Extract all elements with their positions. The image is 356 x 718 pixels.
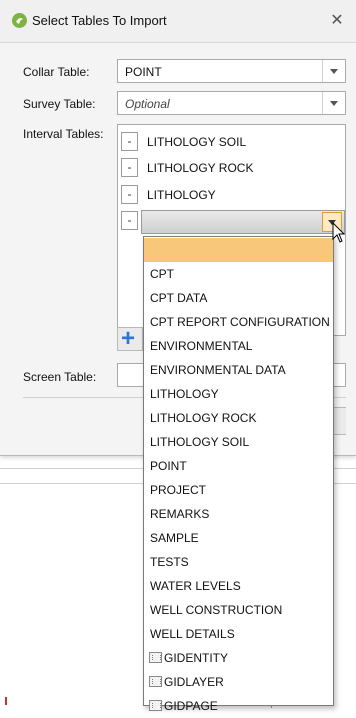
dropdown-option[interactable]: LITHOLOGY SOIL [144, 430, 333, 454]
interval-table-label: LITHOLOGY ROCK [147, 161, 254, 175]
survey-table-label: Survey Table: [23, 97, 96, 111]
dropdown-option-label: WATER LEVELS [150, 579, 241, 593]
interval-table-row-active: - [118, 209, 345, 234]
dropdown-option-label: REMARKS [150, 507, 210, 521]
chevron-down-icon[interactable] [322, 92, 345, 114]
table-icon [149, 652, 162, 663]
dialog-title: Select Tables To Import [32, 13, 167, 28]
remove-button[interactable]: - [121, 158, 138, 177]
table-icon [149, 700, 162, 711]
table-icon [149, 676, 162, 687]
remove-button[interactable]: - [121, 185, 138, 204]
interval-table-select[interactable] [141, 210, 345, 234]
dropdown-option[interactable]: CPT [144, 262, 333, 286]
mouse-cursor-icon [332, 222, 346, 243]
dropdown-option-label: WELL DETAILS [150, 627, 235, 641]
dropdown-option[interactable]: SAMPLE [144, 526, 333, 550]
dropdown-option-label: GIDPAGE [164, 699, 218, 713]
dropdown-option-label: WELL CONSTRUCTION [150, 603, 283, 617]
close-icon[interactable]: ✕ [328, 10, 346, 30]
dropdown-option-label: CPT REPORT CONFIGURATION [150, 315, 330, 329]
dropdown-option[interactable]: LITHOLOGY ROCK [144, 406, 333, 430]
interval-table-row: - LITHOLOGY SOIL [118, 130, 345, 154]
dropdown-option-label: ENVIRONMENTAL [150, 339, 253, 353]
dropdown-option-label: POINT [150, 459, 187, 473]
dropdown-option-label: PROJECT [150, 483, 207, 497]
interval-table-label: LITHOLOGY SOIL [147, 135, 247, 149]
remove-button[interactable]: - [121, 132, 138, 151]
dropdown-option[interactable]: LITHOLOGY [144, 382, 333, 406]
dropdown-option[interactable]: GIDLAYER [144, 670, 333, 694]
survey-table-label-text: Survey Table: [23, 97, 96, 111]
interval-table-row: - LITHOLOGY ROCK [118, 156, 345, 180]
dropdown-option[interactable]: CPT DATA [144, 286, 333, 310]
plus-icon: + [121, 325, 136, 352]
dropdown-option[interactable]: CPT REPORT CONFIGURATION [144, 310, 333, 334]
interval-tables-label: Interval Tables: [23, 127, 104, 141]
dropdown-option-label: TESTS [150, 555, 189, 569]
dropdown-option-label: GIDENTITY [164, 651, 229, 665]
screen-table-label: Screen Table: [23, 370, 97, 384]
interval-table-row: - LITHOLOGY [118, 183, 345, 207]
table-dropdown-list: CPT CPT DATA CPT REPORT CONFIGURATION ENVIR… [143, 236, 334, 713]
interval-table-label: LITHOLOGY [147, 188, 216, 202]
dropdown-option[interactable]: WELL CONSTRUCTION [144, 598, 333, 622]
survey-table-select[interactable]: Optional [117, 91, 346, 115]
dropdown-option[interactable]: ENVIRONMENTAL [144, 334, 333, 358]
dropdown-option[interactable]: WATER LEVELS [144, 574, 333, 598]
remove-button[interactable]: - [121, 211, 138, 230]
leapfrog-app-icon [12, 13, 27, 28]
dialog-titlebar: Select Tables To Import ✕ [0, 0, 356, 43]
dropdown-option-label: LITHOLOGY ROCK [150, 411, 257, 425]
collar-table-label-text: Collar Table: [23, 65, 90, 79]
survey-table-value: Optional [125, 97, 170, 111]
dropdown-option-label: CPT DATA [150, 291, 208, 305]
add-interval-table-button[interactable]: + [117, 325, 143, 352]
background-marker-icon [5, 697, 11, 705]
dropdown-option[interactable]: TESTS [144, 550, 333, 574]
dropdown-option[interactable] [144, 238, 333, 262]
dropdown-option-label: LITHOLOGY SOIL [150, 435, 250, 449]
dropdown-option[interactable]: PROJECT [144, 478, 333, 502]
dropdown-option-label: SAMPLE [150, 531, 199, 545]
collar-table-label: Collar Table: [23, 65, 89, 79]
collar-table-value: POINT [125, 65, 162, 79]
dropdown-option[interactable]: GIDENTITY [144, 646, 333, 670]
dropdown-option[interactable]: REMARKS [144, 502, 333, 526]
dropdown-option-label: ENVIRONMENTAL DATA [150, 363, 286, 377]
dropdown-option-label: CPT [150, 267, 174, 281]
dropdown-option[interactable]: ENVIRONMENTAL DATA [144, 358, 333, 382]
dropdown-option[interactable]: POINT [144, 454, 333, 478]
chevron-down-icon[interactable] [322, 60, 345, 82]
dropdown-option[interactable]: GIDPAGE [144, 694, 333, 718]
collar-table-select[interactable]: POINT [117, 59, 346, 83]
dropdown-option[interactable]: WELL DETAILS [144, 622, 333, 646]
dropdown-option-label: LITHOLOGY [150, 387, 219, 401]
dropdown-option-label: GIDLAYER [164, 675, 224, 689]
